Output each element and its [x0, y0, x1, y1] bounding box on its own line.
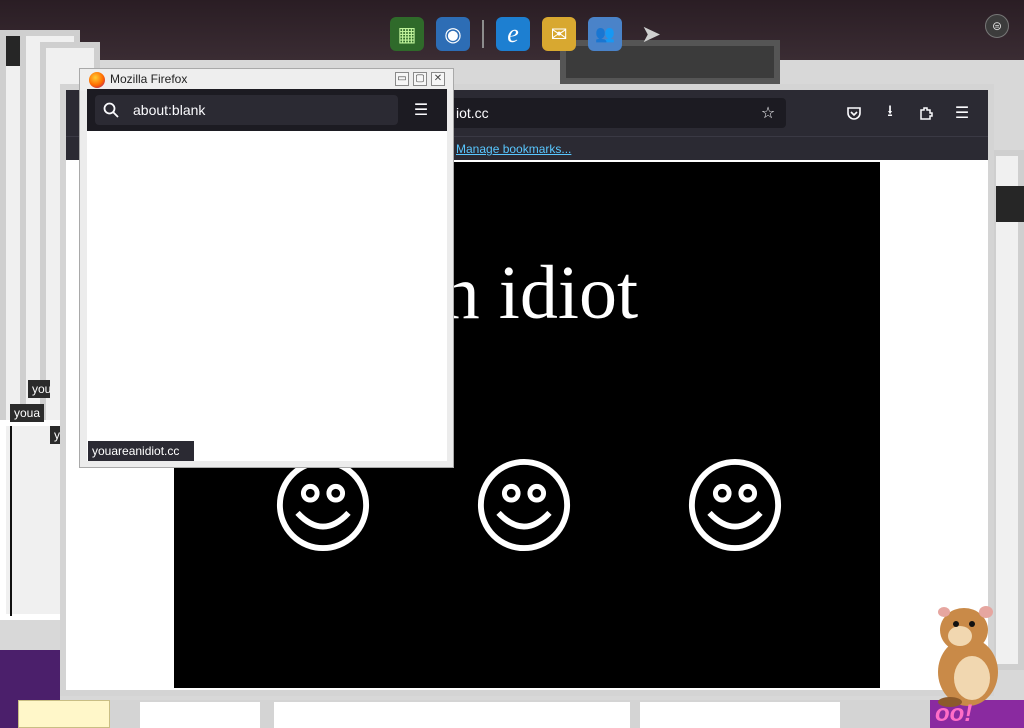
close-button[interactable]: ✕ — [431, 72, 445, 86]
status-bar-text: youareanidiot.cc — [88, 441, 194, 461]
background-window-right[interactable] — [990, 150, 1024, 670]
menu-icon[interactable]: ☰ — [948, 99, 976, 127]
address-text: about:blank — [133, 102, 206, 118]
address-bar[interactable]: about:blank — [95, 95, 398, 125]
window-frame-line — [10, 426, 12, 616]
cursor-arrow-icon: ➤ — [640, 20, 662, 48]
address-text: iot.cc — [456, 105, 489, 121]
app-grid-icon[interactable]: ▦ — [390, 17, 424, 51]
smiley-face-icon — [276, 458, 370, 552]
window-titlebar[interactable]: Mozilla Firefox ▭ ▢ ✕ — [80, 69, 453, 91]
taskbar-label[interactable]: youa — [10, 404, 44, 422]
downloads-icon[interactable]: ⭳ — [876, 99, 904, 127]
pocket-icon[interactable] — [840, 99, 868, 127]
smiley-face-icon — [477, 458, 571, 552]
background-window-bottom[interactable] — [110, 700, 930, 728]
people-icon[interactable]: 👥 — [588, 17, 622, 51]
address-bar[interactable]: iot.cc — [446, 98, 786, 128]
window-fragment — [640, 702, 840, 728]
window-frame-dark — [996, 186, 1024, 222]
search-icon — [103, 102, 119, 118]
dancing-hamster-image — [938, 606, 998, 707]
maximize-button[interactable]: ▢ — [413, 72, 427, 86]
blank-page-content[interactable] — [87, 131, 447, 461]
mail-icon[interactable]: ✉ — [542, 17, 576, 51]
browser-toolbar: about:blank ☰ — [87, 89, 447, 131]
window-title: Mozilla Firefox — [110, 72, 188, 86]
taskbar-dock: ▦ ◉ e ✉ 👥 ➤ — [390, 12, 668, 56]
window-fragment — [274, 702, 630, 728]
minimize-button[interactable]: ▭ — [395, 72, 409, 86]
bookmark-star-icon[interactable]: ☆ — [754, 99, 782, 127]
system-tray-icon[interactable]: ⊜ — [985, 14, 1009, 38]
corner-text: oo! — [935, 700, 973, 727]
firefox-popup-window[interactable]: Mozilla Firefox ▭ ▢ ✕ about:blank ☰ youa… — [79, 68, 454, 468]
manage-bookmarks-link[interactable]: Manage bookmarks... — [456, 137, 571, 161]
window-fragment — [140, 702, 260, 728]
ie-icon[interactable]: e — [496, 17, 530, 51]
dock-separator — [482, 20, 484, 48]
smiley-face-icon — [688, 458, 782, 552]
menu-icon[interactable]: ☰ — [407, 96, 435, 124]
extensions-icon[interactable] — [912, 99, 940, 127]
download-globe-icon[interactable]: ◉ — [436, 17, 470, 51]
taskbar-label[interactable]: you — [28, 380, 50, 398]
sticky-note — [18, 700, 110, 728]
firefox-logo-icon — [89, 72, 105, 88]
